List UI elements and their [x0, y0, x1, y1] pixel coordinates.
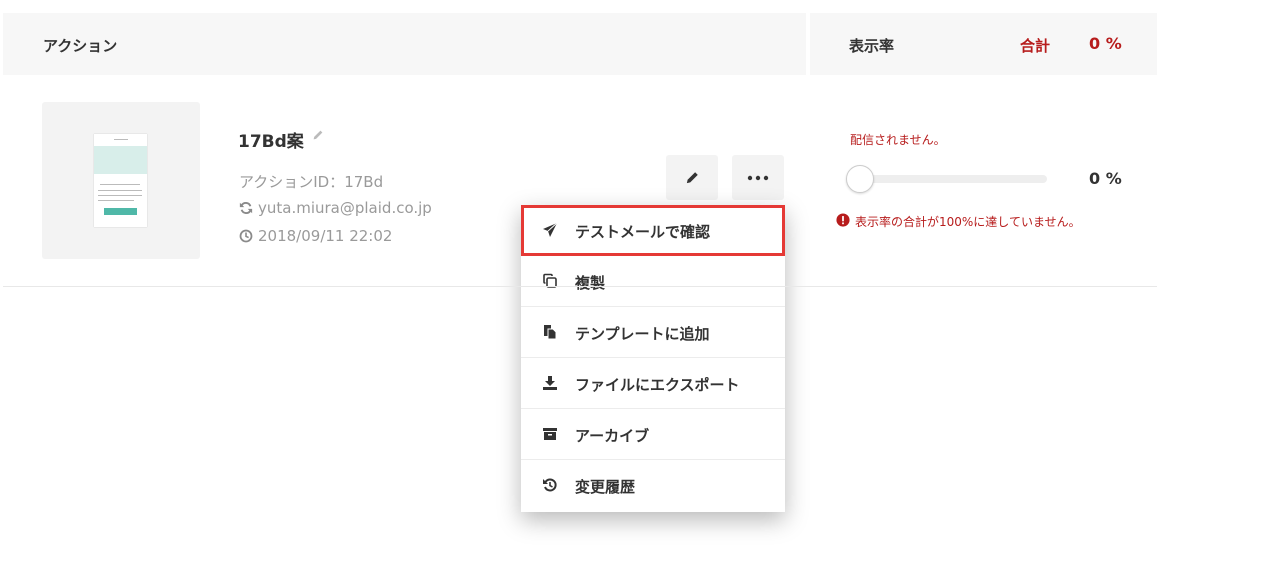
more-options-button[interactable] [732, 155, 784, 200]
archive-icon [542, 426, 558, 442]
pencil-icon [686, 172, 698, 184]
row-divider [3, 286, 1157, 287]
action-title: 17Bd案 [238, 132, 304, 152]
menu-item-test-mail[interactable]: テストメールで確認 [521, 205, 785, 256]
column-header-rate: 表示率 [849, 37, 895, 55]
author-email: yuta.miura@plaid.co.jp [258, 199, 432, 217]
clock-icon [239, 229, 253, 243]
display-rate-slider-handle[interactable] [846, 165, 874, 193]
table-header-action: アクション [3, 13, 806, 75]
not-delivered-text: 配信されません。 [850, 133, 946, 147]
display-rate-value: 0 % [1089, 169, 1122, 188]
menu-item-duplicate[interactable]: 複製 [521, 256, 785, 307]
history-icon [542, 477, 558, 493]
ellipsis-icon [747, 175, 769, 180]
total-label: 合計 [1020, 37, 1051, 55]
download-icon [542, 375, 558, 391]
table-header-rate: 表示率 合計 0 % [810, 13, 1157, 75]
total-value: 0 % [1089, 34, 1122, 53]
action-thumbnail[interactable] [42, 102, 200, 259]
column-header-action: アクション [43, 37, 118, 55]
action-dropdown-menu: テストメールで確認 複製 テンプレートに追加 ファイルにエクスポート アーカイブ… [521, 205, 785, 512]
updated-datetime: 2018/09/11 22:02 [258, 227, 393, 245]
email-preview-image [94, 134, 147, 227]
menu-item-export[interactable]: ファイルにエクスポート [521, 358, 785, 409]
menu-item-archive[interactable]: アーカイブ [521, 409, 785, 460]
exclamation-icon [836, 213, 850, 227]
rate-warning-text: 表示率の合計が100%に達していません。 [855, 215, 1081, 229]
send-icon [542, 222, 558, 238]
menu-item-history[interactable]: 変更履歴 [521, 460, 785, 511]
menu-item-add-template[interactable]: テンプレートに追加 [521, 307, 785, 358]
display-rate-slider-track[interactable] [860, 175, 1047, 183]
sync-icon [239, 201, 253, 215]
edit-button[interactable] [666, 155, 718, 200]
action-id: アクションID：17Bd [239, 173, 384, 191]
template-icon [542, 324, 558, 340]
edit-title-pencil-icon[interactable] [311, 128, 325, 142]
